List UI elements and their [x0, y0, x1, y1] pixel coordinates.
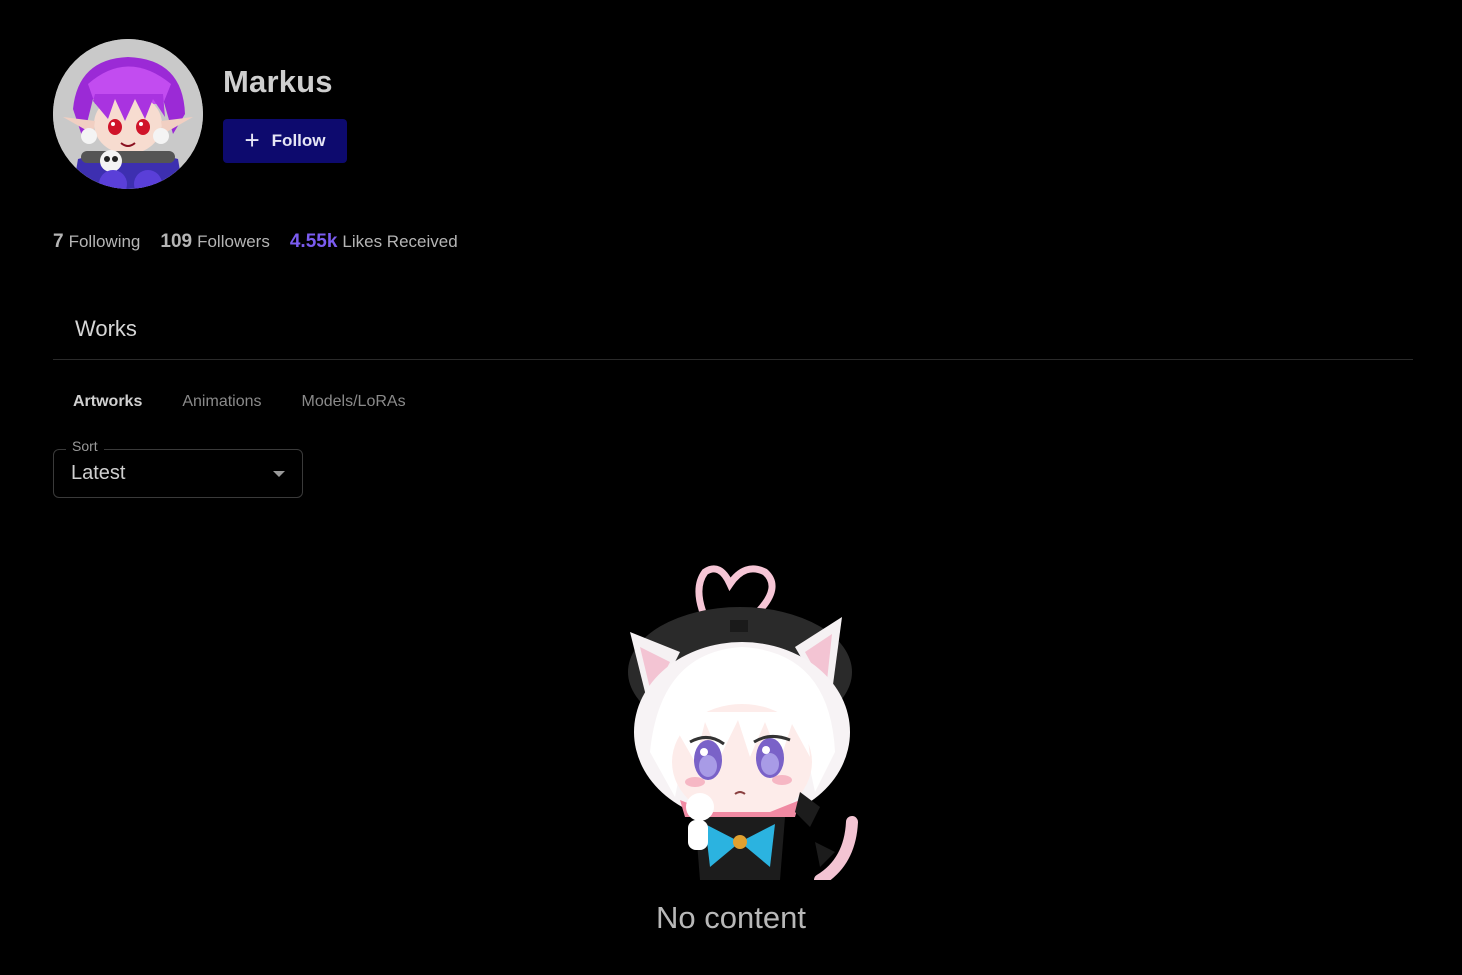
likes-stat: 4.55k Likes Received — [290, 231, 458, 253]
tab-animations[interactable]: Animations — [162, 393, 281, 411]
followers-label: Followers — [197, 232, 270, 251]
profile-stats: 7 Following 109 Followers 4.55k Likes Re… — [53, 231, 478, 253]
following-stat[interactable]: 7 Following — [53, 231, 140, 253]
cat-girl-illustration — [628, 565, 858, 880]
following-count: 7 — [53, 231, 64, 252]
caret-down-icon — [273, 471, 285, 477]
follow-button-label: Follow — [271, 131, 326, 150]
sort-label: Sort — [66, 438, 104, 454]
following-label: Following — [68, 232, 141, 251]
tab-models-loras[interactable]: Models/LoRAs — [282, 393, 426, 411]
sort-select[interactable]: Sort Latest — [53, 438, 303, 498]
tab-artworks[interactable]: Artworks — [53, 393, 162, 411]
avatar-image — [53, 39, 203, 189]
likes-count: 4.55k — [289, 231, 338, 252]
empty-state-text: No content — [656, 900, 806, 935]
works-tabs: Artworks Animations Models/LoRAs — [53, 393, 426, 411]
username: Markus — [223, 64, 333, 99]
works-heading: Works — [75, 316, 137, 341]
followers-count: 109 — [160, 231, 193, 252]
profile-page: Markus + Follow 7 Following 109 Follower… — [0, 0, 1462, 975]
likes-label: Likes Received — [342, 232, 458, 251]
sort-value: Latest — [71, 462, 126, 484]
follow-button[interactable]: + Follow — [223, 119, 347, 163]
plus-icon: + — [244, 124, 260, 155]
avatar[interactable] — [53, 39, 203, 189]
section-divider — [53, 359, 1413, 360]
followers-stat[interactable]: 109 Followers — [160, 231, 269, 253]
